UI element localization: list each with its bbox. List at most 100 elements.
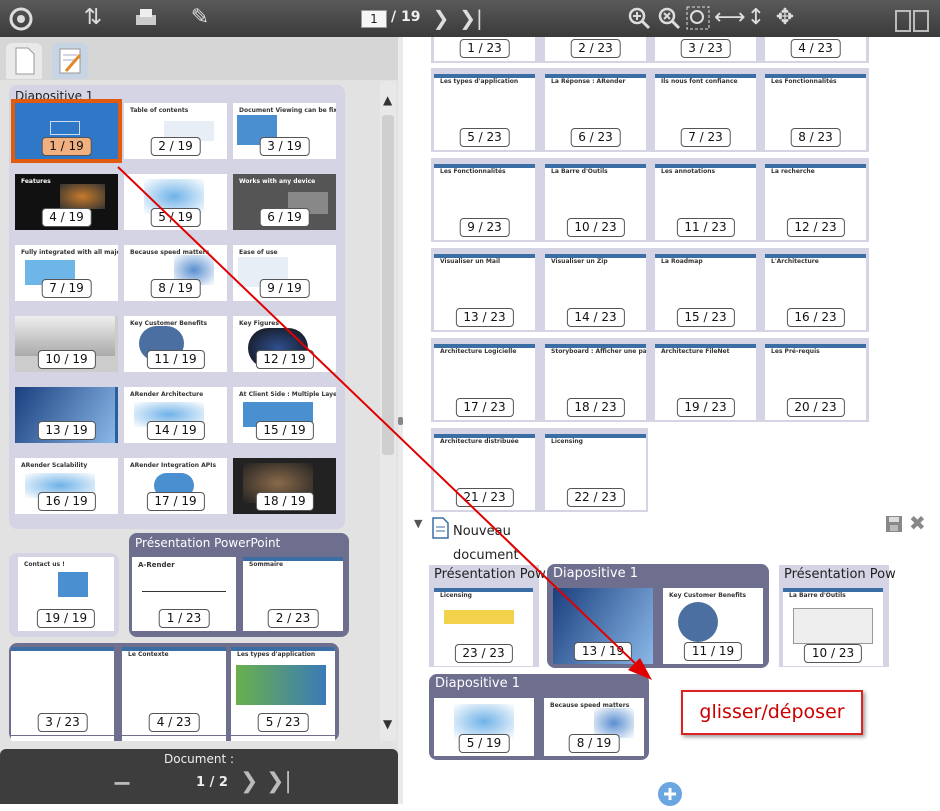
slide-thumbnail[interactable]: 13 / 19 bbox=[553, 588, 653, 664]
slide-thumbnail[interactable]: La recherche 12 / 23 bbox=[765, 164, 866, 240]
scroll-up-icon[interactable]: ▲ bbox=[383, 93, 392, 107]
slide-thumbnail[interactable]: ARender Architecture 14 / 19 bbox=[124, 387, 227, 443]
slide-thumbnail[interactable]: A-Render 1 / 23 bbox=[132, 557, 236, 631]
right-panel: ▼ Nouveau document ✖ Présentation Pow Di… bbox=[403, 37, 940, 806]
fit-height-icon[interactable]: ↕ bbox=[743, 5, 769, 31]
slide-graphic bbox=[60, 184, 105, 209]
print-icon[interactable] bbox=[133, 5, 159, 31]
page-badge: 10 / 23 bbox=[566, 218, 625, 237]
slide-graphic bbox=[236, 665, 326, 705]
slide-thumbnail[interactable]: La Réponse : ARender 6 / 23 bbox=[545, 74, 646, 150]
slide-thumbnail[interactable]: Table of contents 2 / 19 bbox=[124, 103, 227, 159]
page-badge: 1 / 23 bbox=[459, 39, 510, 58]
slide-thumbnail[interactable]: Le Contexte 4 / 23 bbox=[122, 647, 226, 735]
fit-page-icon[interactable]: ✥ bbox=[772, 5, 798, 31]
slide-thumbnail[interactable]: 4 / 23 bbox=[765, 37, 866, 61]
page-badge: 3 / 23 bbox=[680, 39, 731, 58]
slide-thumbnail[interactable]: La Barre d'Outils 10 / 23 bbox=[545, 164, 646, 240]
collapse-icon[interactable]: ▼ bbox=[414, 517, 422, 530]
slide-title: ARender Integration APIs bbox=[130, 462, 217, 469]
slide-thumbnail[interactable]: At Client Side : Multiple Layers 15 / 19 bbox=[233, 387, 336, 443]
slide-thumbnail[interactable]: Because speed matters 8 / 19 bbox=[544, 698, 644, 756]
slide-thumbnail[interactable]: Fully integrated with all major ECM play… bbox=[15, 245, 118, 301]
slide-thumbnail[interactable]: Ils nous font confiance 7 / 23 bbox=[655, 74, 756, 150]
last-document-icon[interactable]: ❯| bbox=[266, 769, 292, 794]
next-page-icon[interactable]: ❯ bbox=[428, 5, 454, 31]
page-badge: 19 / 19 bbox=[36, 609, 96, 628]
slide-thumbnail[interactable]: L'Architecture 16 / 23 bbox=[765, 254, 866, 330]
slide-thumbnail[interactable]: Document Viewing can be fixed 3 / 19 bbox=[233, 103, 336, 159]
prev-document-icon[interactable]: − bbox=[112, 769, 132, 797]
slide-thumbnail[interactable]: Les Fonctionnalités 9 / 23 bbox=[434, 164, 535, 240]
page-badge: 15 / 19 bbox=[255, 421, 314, 440]
slide-thumbnail[interactable]: 13 / 19 bbox=[15, 387, 118, 443]
slide-thumbnail[interactable] bbox=[231, 736, 335, 741]
slide-thumbnail[interactable]: Architecture FileNet 19 / 23 bbox=[655, 344, 756, 420]
slide-thumbnail[interactable]: ARender Integration APIs 17 / 19 bbox=[124, 458, 227, 514]
zoom-out-icon[interactable] bbox=[656, 5, 682, 31]
page-badge: 21 / 23 bbox=[455, 488, 514, 507]
slide-thumbnail[interactable]: ARender Scalability 16 / 19 bbox=[15, 458, 118, 514]
slide-thumbnail[interactable]: Because speed matters 8 / 19 bbox=[124, 245, 227, 301]
last-page-icon[interactable]: ❯| bbox=[458, 5, 484, 31]
slide-thumbnail[interactable]: Licensing 22 / 23 bbox=[545, 434, 646, 510]
slide-thumbnail[interactable]: Les annotations 11 / 23 bbox=[655, 164, 756, 240]
slide-thumbnail[interactable]: Les Fonctionnalités 8 / 23 bbox=[765, 74, 866, 150]
slide-thumbnail[interactable]: Licensing 23 / 23 bbox=[434, 588, 533, 666]
zoom-rect-icon[interactable] bbox=[685, 5, 711, 31]
slide-thumbnail[interactable]: Visualiser un Zip 14 / 23 bbox=[545, 254, 646, 330]
page-badge: 18 / 23 bbox=[566, 398, 625, 417]
slide-thumbnail[interactable]: Les Pré-requis 20 / 23 bbox=[765, 344, 866, 420]
slide-thumbnail[interactable]: 10 / 19 bbox=[15, 316, 118, 372]
slide-thumbnail[interactable]: 2 / 23 bbox=[545, 37, 646, 61]
slide-title: Key Figures bbox=[239, 320, 279, 327]
new-document-title: Nouveau document bbox=[453, 524, 519, 563]
page-badge: 8 / 19 bbox=[568, 734, 620, 753]
slide-thumbnail[interactable]: 18 / 19 bbox=[233, 458, 336, 514]
slide-thumbnail[interactable]: Key Figures 12 / 19 bbox=[233, 316, 336, 372]
add-document-icon[interactable] bbox=[657, 781, 683, 811]
sort-icon[interactable]: ⇅ bbox=[80, 5, 106, 31]
tab-thumbnails[interactable] bbox=[6, 43, 42, 79]
slide-thumbnail[interactable]: 1 / 23 bbox=[434, 37, 535, 61]
close-icon[interactable]: ✖ bbox=[909, 511, 926, 535]
slide-thumbnail[interactable]: 1 / 19 bbox=[11, 99, 122, 163]
slide-thumbnail[interactable]: 5 / 19 bbox=[434, 698, 534, 756]
slide-thumbnail[interactable]: 3 / 23 bbox=[11, 647, 114, 735]
slide-thumbnail[interactable]: Les types d'application 5 / 23 bbox=[231, 647, 335, 735]
zoom-in-icon[interactable] bbox=[626, 5, 652, 31]
slide-thumbnail[interactable]: Contact us ! 19 / 19 bbox=[18, 557, 114, 631]
tab-annotations[interactable] bbox=[52, 43, 88, 79]
slide-thumbnail[interactable]: La Roadmap 15 / 23 bbox=[655, 254, 756, 330]
slide-thumbnail[interactable]: Sommaire 2 / 23 bbox=[243, 557, 343, 631]
slide-thumbnail[interactable]: 5 / 19 bbox=[124, 174, 227, 230]
slide-thumbnail[interactable]: Key Customer Benefits 11 / 19 bbox=[124, 316, 227, 372]
slide-title: Storyboard : Afficher une page bbox=[551, 348, 646, 355]
next-document-icon[interactable]: ❯ bbox=[240, 769, 258, 794]
slide-title: Document Viewing can be fixed bbox=[239, 107, 336, 114]
save-icon[interactable] bbox=[885, 515, 903, 537]
page-number-input[interactable]: 1 bbox=[361, 10, 387, 28]
slide-thumbnail[interactable]: La Barre d'Outils 10 / 23 bbox=[783, 588, 883, 666]
slide-thumbnail[interactable]: Features 4 / 19 bbox=[15, 174, 118, 230]
fit-width-icon[interactable]: ⟷ bbox=[714, 5, 746, 31]
slide-title: Les Fonctionnalités bbox=[771, 78, 837, 85]
side-by-side-icon[interactable] bbox=[892, 5, 932, 32]
slide-thumbnail[interactable]: Visualiser un Mail 13 / 23 bbox=[434, 254, 535, 330]
slide-thumbnail[interactable]: Architecture distribuée 21 / 23 bbox=[434, 434, 535, 510]
slide-thumbnail[interactable]: Les types d'application 5 / 23 bbox=[434, 74, 535, 150]
slide-thumbnail[interactable] bbox=[11, 736, 114, 741]
page-badge: 13 / 19 bbox=[37, 421, 96, 440]
slide-thumbnail[interactable]: Architecture Logicielle 17 / 23 bbox=[434, 344, 535, 420]
scroll-down-icon[interactable]: ▼ bbox=[383, 717, 392, 731]
slide-thumbnail[interactable]: Works with any device 6 / 19 bbox=[233, 174, 336, 230]
annotate-icon[interactable]: ✎ bbox=[187, 5, 213, 31]
slide-thumbnail[interactable]: Storyboard : Afficher une page 18 / 23 bbox=[545, 344, 646, 420]
scroll-thumb[interactable] bbox=[382, 115, 394, 455]
slide-thumbnail[interactable] bbox=[122, 736, 226, 741]
slide-thumbnail[interactable]: 3 / 23 bbox=[655, 37, 756, 61]
page-badge: 1 / 19 bbox=[41, 137, 92, 156]
slide-thumbnail[interactable]: Key Customer Benefits 11 / 19 bbox=[663, 588, 763, 664]
slide-thumbnail[interactable]: Ease of use 9 / 19 bbox=[233, 245, 336, 301]
slide-title: Architecture Logicielle bbox=[440, 348, 517, 355]
